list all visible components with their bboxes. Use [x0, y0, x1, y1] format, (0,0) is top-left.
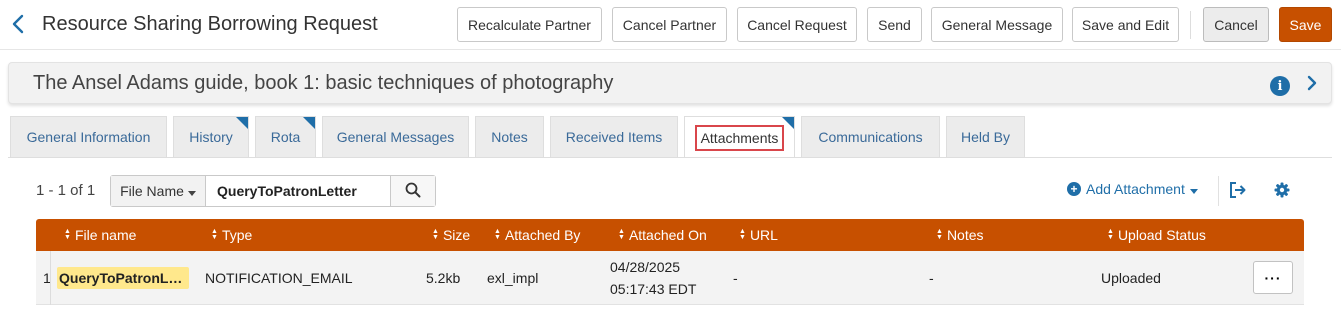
column-label: Attached By — [504, 227, 581, 243]
column-header-url[interactable]: ▲ ▼ URL — [739, 227, 778, 243]
search-group: File Name — [110, 175, 436, 207]
column-header-type[interactable]: ▲ ▼ Type — [211, 227, 252, 243]
add-attachment-label: Add Attachment — [1086, 181, 1185, 197]
sort-icon: ▲ ▼ — [936, 228, 943, 241]
page-title: Resource Sharing Borrowing Request — [42, 13, 378, 35]
caret-down-icon — [187, 183, 196, 199]
tab-indicator-corner — [782, 117, 794, 129]
send-button[interactable]: Send — [867, 7, 922, 42]
tab-label: Notes — [491, 129, 528, 145]
results-count: 1 - 1 of 1 — [36, 182, 96, 199]
export-icon[interactable] — [1229, 181, 1247, 202]
tab-label: Rota — [270, 129, 301, 145]
tab-notes[interactable]: Notes — [475, 116, 544, 157]
table-header: ▲ ▼ File name ▲ ▼ Type ▲ ▼ Size ▲ ▼ Attached… — [36, 219, 1304, 251]
sort-icon: ▲ ▼ — [618, 228, 625, 241]
tab-communications[interactable]: Communications — [801, 116, 940, 157]
info-icon[interactable]: i — [1270, 76, 1290, 96]
column-label: Attached On — [628, 227, 707, 243]
sort-icon: ▲ ▼ — [432, 228, 439, 241]
sort-icon: ▲ ▼ — [211, 228, 218, 241]
save-button[interactable]: Save — [1279, 7, 1332, 42]
search-field-select[interactable]: File Name — [111, 176, 206, 206]
tabs-divider — [8, 157, 1332, 158]
search-button[interactable] — [390, 176, 435, 206]
column-header-file-name[interactable]: ▲ ▼ File name — [64, 227, 136, 243]
tab-received-items[interactable]: Received Items — [550, 116, 678, 157]
row-number-divider — [50, 251, 51, 305]
tab-attachments[interactable]: Attachments — [684, 116, 795, 158]
tab-general-messages[interactable]: General Messages — [322, 116, 469, 157]
caret-down-icon — [1189, 181, 1198, 197]
tab-label: Held By — [960, 129, 1011, 145]
record-title: The Ansel Adams guide, book 1: basic tec… — [33, 72, 614, 94]
attached-on-date: 04/28/2025 — [610, 259, 681, 275]
tab-history[interactable]: History — [173, 116, 249, 157]
sort-icon: ▲ ▼ — [494, 228, 501, 241]
header-divider — [1190, 11, 1191, 39]
tab-label: Communications — [818, 129, 923, 145]
column-label: Notes — [946, 227, 984, 243]
file-name-cell[interactable]: QueryToPatronLetter — [57, 267, 189, 289]
sort-icon: ▲ ▼ — [1107, 228, 1114, 241]
gear-icon[interactable] — [1274, 182, 1290, 201]
column-label: Size — [442, 227, 471, 243]
column-header-attached-by[interactable]: ▲ ▼ Attached By — [494, 227, 580, 243]
row-actions-button[interactable]: ··· — [1253, 261, 1293, 294]
column-header-upload-status[interactable]: ▲ ▼ Upload Status — [1107, 227, 1206, 243]
attached-by-cell: exl_impl — [487, 270, 539, 286]
column-label: Type — [221, 227, 253, 243]
recalculate-partner-button[interactable]: Recalculate Partner — [457, 7, 602, 42]
page-header: Resource Sharing Borrowing Request Recal… — [0, 0, 1341, 50]
search-input[interactable] — [206, 176, 390, 206]
column-header-attached-on[interactable]: ▲ ▼ Attached On — [618, 227, 707, 243]
column-label: URL — [749, 227, 778, 243]
tab-indicator-corner — [303, 117, 315, 129]
tab-label: General Information — [26, 129, 151, 145]
column-header-notes[interactable]: ▲ ▼ Notes — [936, 227, 984, 243]
sort-icon: ▲ ▼ — [739, 228, 746, 241]
search-field-label: File Name — [120, 183, 184, 199]
upload-status-cell: Uploaded — [1101, 270, 1161, 286]
tab-label: History — [189, 129, 233, 145]
chevron-right-icon[interactable] — [1307, 75, 1317, 94]
notes-cell: - — [929, 270, 934, 286]
tab-held-by[interactable]: Held By — [946, 116, 1025, 157]
toolbar-divider — [1218, 176, 1219, 206]
add-attachment-button[interactable]: + Add Attachment — [1067, 181, 1198, 197]
plus-circle-icon: + — [1067, 182, 1081, 196]
tab-rota[interactable]: Rota — [255, 116, 316, 157]
cancel-request-button[interactable]: Cancel Request — [737, 7, 857, 42]
attached-on-time: 05:17:43 EDT — [610, 281, 697, 297]
search-icon — [405, 182, 421, 201]
record-title-bar: The Ansel Adams guide, book 1: basic tec… — [8, 62, 1332, 104]
tab-label: Attachments — [694, 124, 785, 151]
tab-general-information[interactable]: General Information — [10, 116, 167, 157]
url-cell: - — [733, 270, 738, 286]
sort-icon: ▲ ▼ — [64, 228, 71, 241]
column-label: Upload Status — [1117, 227, 1206, 243]
column-header-size[interactable]: ▲ ▼ Size — [432, 227, 470, 243]
cancel-button[interactable]: Cancel — [1203, 7, 1269, 42]
tab-label: Received Items — [565, 129, 663, 145]
general-message-button[interactable]: General Message — [931, 7, 1063, 42]
type-cell: NOTIFICATION_EMAIL — [205, 270, 353, 286]
table-row: 1 QueryToPatronLetter NOTIFICATION_EMAIL… — [36, 251, 1304, 305]
tab-label: General Messages — [336, 129, 455, 145]
size-cell: 5.2kb — [426, 270, 461, 286]
cancel-partner-button[interactable]: Cancel Partner — [612, 7, 727, 42]
save-and-edit-button[interactable]: Save and Edit — [1072, 7, 1179, 42]
tab-indicator-corner — [236, 117, 248, 129]
column-label: File name — [74, 227, 137, 243]
back-chevron-icon[interactable] — [8, 11, 28, 37]
